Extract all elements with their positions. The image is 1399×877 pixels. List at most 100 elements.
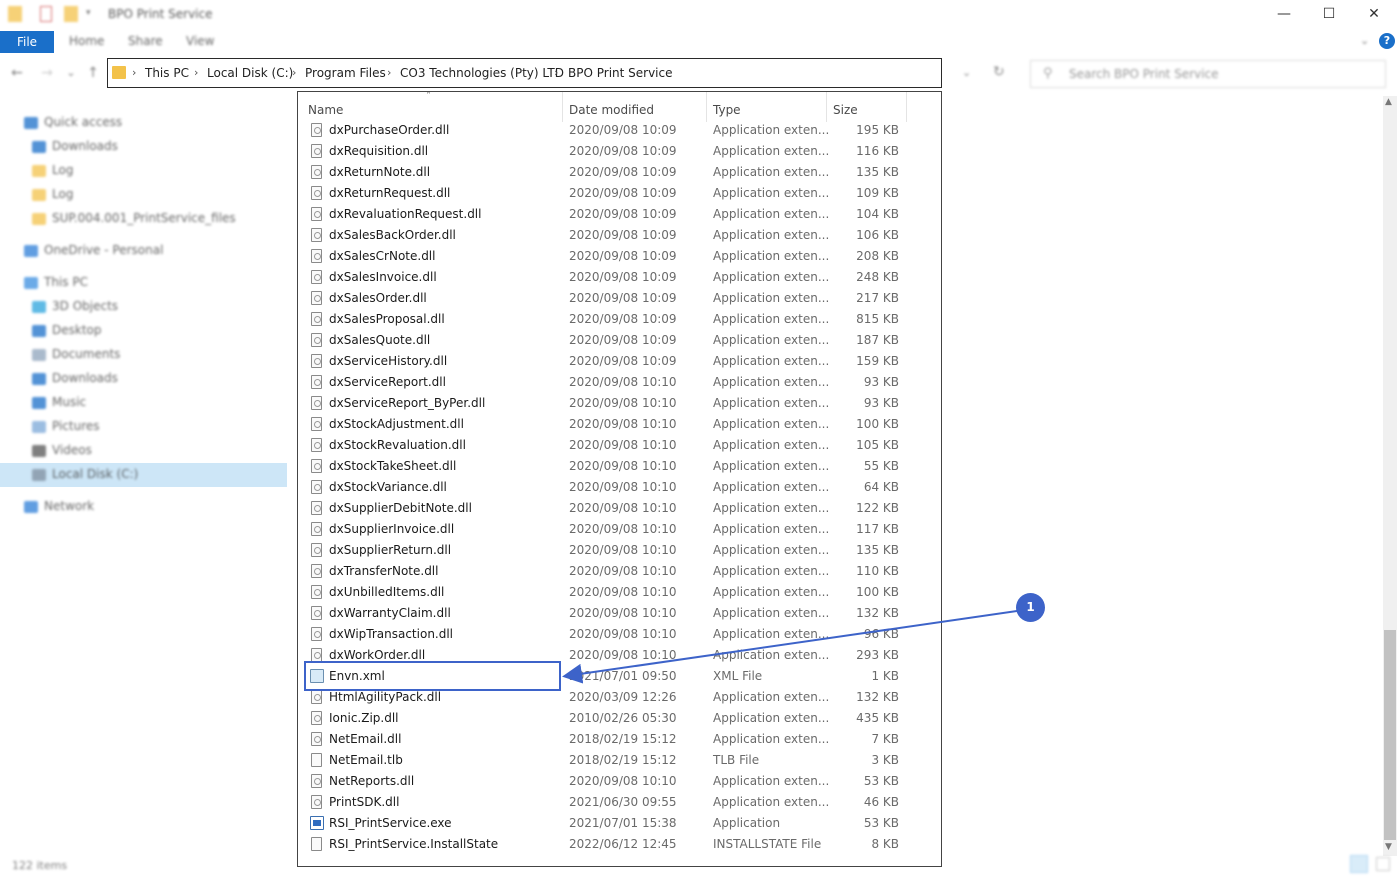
sidebar-item-network[interactable]: Network [24,496,94,516]
file-row[interactable]: dxSupplierDebitNote.dll 2020/09/08 10:10 A… [298,498,941,519]
breadcrumb-separator-icon[interactable]: › [132,66,136,79]
maximize-button[interactable]: ☐ [1320,5,1338,23]
file-row[interactable]: dxSupplierReturn.dll 2020/09/08 10:10 Appl… [298,540,941,561]
large-icons-view-icon[interactable] [1376,857,1390,871]
tab-file[interactable]: File [0,31,54,53]
column-type[interactable]: Type [713,103,741,117]
file-row[interactable]: dxRevaluationRequest.dll 2020/09/08 10:09… [298,204,941,225]
file-size: 100 KB [856,585,899,599]
file-row[interactable]: Ionic.Zip.dll 2010/02/26 05:30 Application… [298,708,941,729]
breadcrumb-separator-icon[interactable]: › [554,66,558,79]
scroll-down-icon[interactable]: ▼ [1385,842,1392,852]
file-row[interactable]: RSI_PrintService.InstallState 2022/06/12 … [298,834,941,855]
help-icon[interactable]: ? [1379,33,1395,49]
file-row[interactable]: dxWipTransaction.dll 2020/09/08 10:10 Appl… [298,624,941,645]
sidebar-item-documents[interactable]: Documents [32,344,120,364]
sidebar-item-videos[interactable]: Videos [32,440,92,460]
breadcrumb-separator-icon[interactable]: › [292,66,296,79]
file-name: dxWorkOrder.dll [329,648,426,662]
recent-locations-icon[interactable]: ⌄ [62,64,80,82]
column-name[interactable]: Name [308,103,343,117]
file-row[interactable]: RSI_PrintService.exe 2021/07/01 15:38 Appl… [298,813,941,834]
scrollbar-thumb[interactable] [1384,630,1396,840]
sidebar-item-downloads[interactable]: Downloads [32,136,118,156]
quick-access-dropdown-icon[interactable]: ▾ [86,8,94,24]
file-row[interactable]: dxSalesInvoice.dll 2020/09/08 10:09 Applic… [298,267,941,288]
file-row[interactable]: NetReports.dll 2020/09/08 10:10 Applicatio… [298,771,941,792]
sidebar-item-log[interactable]: Log [32,184,73,204]
close-button[interactable]: ✕ [1365,5,1383,23]
file-row[interactable]: PrintSDK.dll 2021/06/30 09:55 Application … [298,792,941,813]
column-size[interactable]: Size [833,103,858,117]
sidebar-item-onedrive-personal[interactable]: OneDrive - Personal [24,240,163,260]
file-row[interactable]: dxSalesOrder.dll 2020/09/08 10:09 Applicat… [298,288,941,309]
file-row[interactable]: dxSupplierInvoice.dll 2020/09/08 10:10 App… [298,519,941,540]
sidebar-item-pictures[interactable]: Pictures [32,416,100,436]
breadcrumb-bpo-print-service[interactable]: BPO Print Service [568,66,673,80]
sidebar-item-3d-objects[interactable]: 3D Objects [32,296,118,316]
file-row[interactable]: dxReturnNote.dll 2020/09/08 10:09 Applicat… [298,162,941,183]
file-row[interactable]: dxStockTakeSheet.dll 2020/09/08 10:10 Appl… [298,456,941,477]
sidebar-item-quick-access[interactable]: Quick access [24,112,122,132]
file-row[interactable]: dxServiceHistory.dll 2020/09/08 10:09 Appl… [298,351,941,372]
file-row[interactable]: NetEmail.tlb 2018/02/19 15:12 TLB File 3 KB [298,750,941,771]
breadcrumb-this-pc[interactable]: This PC [145,66,189,80]
address-bar[interactable]: › This PC › Local Disk (C:) › Program Fi… [107,58,942,88]
file-row[interactable]: dxStockVariance.dll 2020/09/08 10:10 Appli… [298,477,941,498]
sidebar-item-label: Log [52,187,74,201]
sidebar-item-desktop[interactable]: Desktop [32,320,102,340]
forward-button[interactable]: → [38,64,56,82]
breadcrumb-local-disk[interactable]: Local Disk (C:) [207,66,293,80]
breadcrumb-separator-icon[interactable]: › [387,66,391,79]
breadcrumb-co3-technologies[interactable]: CO3 Technologies (Pty) LTD [400,66,564,80]
column-divider[interactable] [562,92,563,122]
sidebar-item-music[interactable]: Music [32,392,86,412]
file-date-modified: 2020/09/08 10:09 [569,165,677,179]
column-date-modified[interactable]: Date modified [569,103,654,117]
sidebar-item-downloads[interactable]: Downloads [32,368,118,388]
details-view-icon[interactable] [1350,855,1368,873]
file-row[interactable]: dxPurchaseOrder.dll 2020/09/08 10:09 Appli… [298,120,941,141]
file-row[interactable]: dxSalesQuote.dll 2020/09/08 10:09 Applicat… [298,330,941,351]
minimize-button[interactable]: — [1275,5,1293,23]
sidebar-item-log[interactable]: Log [32,160,73,180]
file-row[interactable]: NetEmail.dll 2018/02/19 15:12 Application … [298,729,941,750]
sidebar-item-sup-004-001-printservice-files[interactable]: SUP.004.001_PrintService_files [32,208,236,228]
file-row[interactable]: dxStockAdjustment.dll 2020/09/08 10:10 App… [298,414,941,435]
file-row[interactable]: dxStockRevaluation.dll 2020/09/08 10:10 Ap… [298,435,941,456]
sidebar-item-label: Music [52,395,87,409]
ribbon-expand-icon[interactable]: ⌄ [1360,34,1369,47]
column-divider[interactable] [826,92,827,122]
tab-home[interactable]: Home [69,34,104,48]
up-button[interactable]: ↑ [84,64,102,82]
breadcrumb-program-files[interactable]: Program Files [305,66,386,80]
back-button[interactable]: ← [8,64,26,82]
column-divider[interactable] [906,92,907,122]
dll-file-icon [311,606,322,620]
column-divider[interactable] [706,92,707,122]
file-row[interactable]: dxRequisition.dll 2020/09/08 10:09 Applica… [298,141,941,162]
tab-share[interactable]: Share [128,34,163,48]
file-date-modified: 2020/09/08 10:09 [569,207,677,221]
search-input[interactable]: ⚲ Search BPO Print Service [1030,60,1386,88]
file-row[interactable]: dxSalesCrNote.dll 2020/09/08 10:09 Applica… [298,246,941,267]
breadcrumb-separator-icon[interactable]: › [194,66,198,79]
scroll-up-icon[interactable]: ▲ [1385,97,1392,107]
new-folder-icon[interactable] [64,6,78,22]
file-row[interactable]: dxUnbilledItems.dll 2020/09/08 10:10 Appli… [298,582,941,603]
file-row[interactable]: dxServiceReport_ByPer.dll 2020/09/08 10:1… [298,393,941,414]
tab-view[interactable]: View [186,34,214,48]
refresh-button[interactable]: ↻ [993,64,1005,80]
sidebar-item-this-pc[interactable]: This PC [24,272,88,292]
file-name: PrintSDK.dll [329,795,400,809]
address-dropdown-icon[interactable]: ⌄ [962,66,971,79]
file-row[interactable]: dxReturnRequest.dll 2020/09/08 10:09 Appli… [298,183,941,204]
sidebar-item-local-disk-c[interactable]: Local Disk (C:) [32,464,138,484]
properties-icon[interactable] [40,6,52,22]
file-row[interactable]: dxSalesProposal.dll 2020/09/08 10:09 Appli… [298,309,941,330]
file-row[interactable]: dxSalesBackOrder.dll 2020/09/08 10:09 Appl… [298,225,941,246]
folder-icon[interactable] [8,6,22,22]
file-row[interactable]: dxWarrantyClaim.dll 2020/09/08 10:10 Appli… [298,603,941,624]
file-row[interactable]: dxServiceReport.dll 2020/09/08 10:10 Appli… [298,372,941,393]
file-row[interactable]: dxTransferNote.dll 2020/09/08 10:10 Applic… [298,561,941,582]
